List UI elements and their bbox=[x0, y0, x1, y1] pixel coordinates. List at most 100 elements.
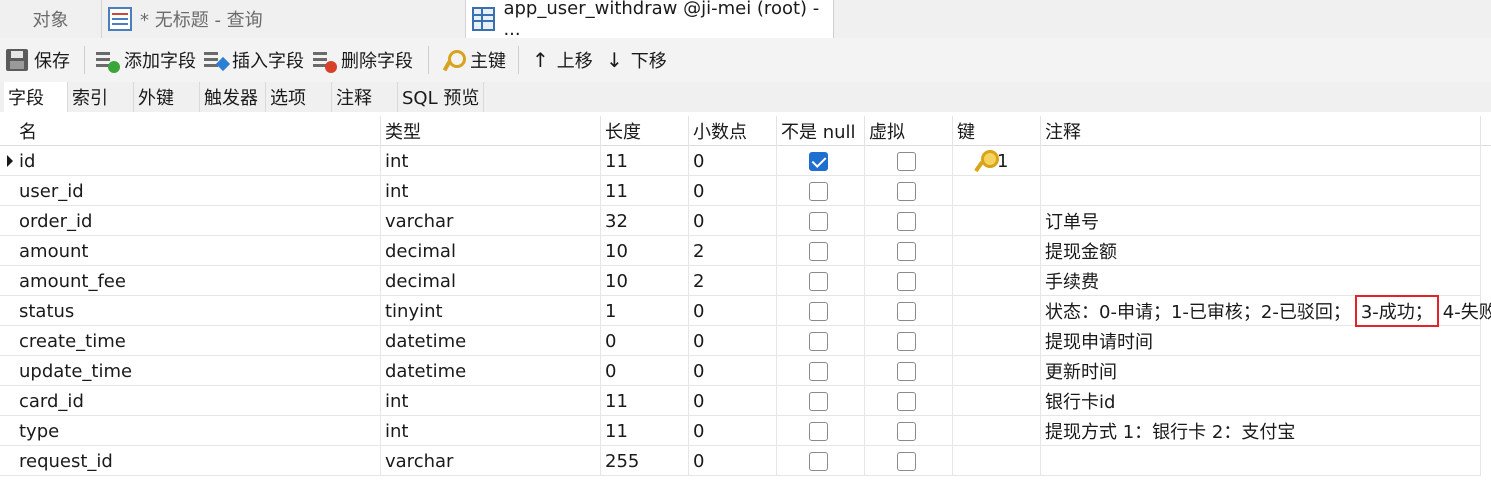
table-row[interactable]: id int 11 0 1 bbox=[0, 146, 1481, 176]
table-row[interactable]: user_id int 11 0 bbox=[0, 176, 1481, 206]
field-type-cell[interactable]: int bbox=[381, 176, 601, 206]
delete-field-button[interactable]: 删除字段 bbox=[313, 38, 413, 82]
table-row[interactable]: update_time datetime 0 0 更新时间 bbox=[0, 356, 1481, 386]
move-up-button[interactable]: ↑ 上移 bbox=[532, 38, 593, 82]
not-null-checkbox[interactable] bbox=[809, 391, 828, 411]
not-null-cell[interactable] bbox=[777, 446, 865, 476]
not-null-checkbox[interactable] bbox=[809, 421, 828, 441]
comment-cell[interactable]: 提现申请时间 bbox=[1041, 326, 1481, 356]
field-length-cell[interactable]: 32 bbox=[601, 206, 689, 236]
not-null-cell[interactable] bbox=[777, 176, 865, 206]
field-type-cell[interactable]: tinyint bbox=[381, 296, 601, 326]
field-decimals-cell[interactable]: 0 bbox=[689, 146, 777, 176]
virtual-cell[interactable] bbox=[865, 386, 953, 416]
field-decimals-cell[interactable]: 0 bbox=[689, 176, 777, 206]
comment-cell[interactable]: 更新时间 bbox=[1041, 356, 1481, 386]
table-row[interactable]: card_id int 11 0 银行卡id bbox=[0, 386, 1481, 416]
field-length-cell[interactable]: 11 bbox=[601, 146, 689, 176]
move-down-button[interactable]: ↓ 下移 bbox=[606, 38, 667, 82]
not-null-cell[interactable] bbox=[777, 356, 865, 386]
key-cell[interactable] bbox=[953, 416, 1041, 446]
virtual-cell[interactable] bbox=[865, 326, 953, 356]
key-cell[interactable] bbox=[953, 176, 1041, 206]
virtual-cell[interactable] bbox=[865, 236, 953, 266]
not-null-checkbox[interactable] bbox=[809, 451, 828, 471]
virtual-checkbox[interactable] bbox=[897, 151, 916, 171]
field-length-cell[interactable]: 11 bbox=[601, 386, 689, 416]
save-button[interactable]: 保存 bbox=[6, 38, 70, 82]
not-null-cell[interactable] bbox=[777, 146, 865, 176]
comment-cell[interactable]: 提现金额 bbox=[1041, 236, 1481, 266]
field-length-cell[interactable]: 11 bbox=[601, 416, 689, 446]
not-null-cell[interactable] bbox=[777, 236, 865, 266]
tab-triggers[interactable]: 触发器 bbox=[200, 82, 266, 112]
field-type-cell[interactable]: varchar bbox=[381, 446, 601, 476]
virtual-checkbox[interactable] bbox=[897, 421, 916, 441]
field-decimals-cell[interactable]: 2 bbox=[689, 236, 777, 266]
virtual-checkbox[interactable] bbox=[897, 181, 916, 201]
virtual-cell[interactable] bbox=[865, 296, 953, 326]
tab-objects[interactable]: 对象 bbox=[0, 0, 102, 38]
not-null-checkbox[interactable] bbox=[809, 151, 828, 171]
not-null-cell[interactable] bbox=[777, 386, 865, 416]
field-length-cell[interactable]: 10 bbox=[601, 236, 689, 266]
key-cell[interactable] bbox=[953, 386, 1041, 416]
column-header-decimals[interactable]: 小数点 bbox=[689, 116, 777, 146]
virtual-checkbox[interactable] bbox=[897, 211, 916, 231]
not-null-checkbox[interactable] bbox=[809, 241, 828, 261]
virtual-cell[interactable] bbox=[865, 266, 953, 296]
tab-table-design[interactable]: app_user_withdraw @ji-mei (root) - ... bbox=[466, 0, 834, 40]
field-decimals-cell[interactable]: 0 bbox=[689, 386, 777, 416]
field-type-cell[interactable]: datetime bbox=[381, 356, 601, 386]
not-null-cell[interactable] bbox=[777, 326, 865, 356]
key-cell[interactable] bbox=[953, 296, 1041, 326]
field-decimals-cell[interactable]: 0 bbox=[689, 356, 777, 386]
tab-fields[interactable]: 字段 bbox=[4, 82, 68, 112]
not-null-checkbox[interactable] bbox=[809, 181, 828, 201]
field-type-cell[interactable]: decimal bbox=[381, 236, 601, 266]
virtual-checkbox[interactable] bbox=[897, 391, 916, 411]
comment-cell[interactable] bbox=[1041, 446, 1481, 476]
table-row[interactable]: status tinyint 1 0 状态：0-申请；1-已审核；2-已驳回； 3-成功；… bbox=[0, 295, 1491, 327]
field-decimals-cell[interactable]: 0 bbox=[689, 296, 777, 326]
field-name-cell[interactable]: amount_fee bbox=[15, 266, 381, 296]
field-decimals-cell[interactable]: 2 bbox=[689, 266, 777, 296]
field-decimals-cell[interactable]: 0 bbox=[689, 326, 777, 356]
key-cell[interactable] bbox=[953, 446, 1041, 476]
not-null-cell[interactable] bbox=[777, 416, 865, 446]
tab-sql-preview[interactable]: SQL 预览 bbox=[398, 82, 484, 112]
virtual-cell[interactable] bbox=[865, 176, 953, 206]
column-header-type[interactable]: 类型 bbox=[381, 116, 601, 146]
field-type-cell[interactable]: int bbox=[381, 146, 601, 176]
field-type-cell[interactable]: int bbox=[381, 386, 601, 416]
column-header-comment[interactable]: 注释 bbox=[1041, 116, 1481, 146]
field-name-cell[interactable]: create_time bbox=[15, 326, 381, 356]
field-type-cell[interactable]: int bbox=[381, 416, 601, 446]
tab-untitled-query[interactable]: * 无标题 - 查询 bbox=[102, 0, 466, 38]
primary-key-button[interactable]: 主键 bbox=[442, 38, 506, 82]
virtual-cell[interactable] bbox=[865, 446, 953, 476]
field-type-cell[interactable]: datetime bbox=[381, 326, 601, 356]
field-name-cell[interactable]: order_id bbox=[15, 206, 381, 236]
comment-cell[interactable]: 提现方式 1：银行卡 2：支付宝 bbox=[1041, 416, 1481, 446]
field-length-cell[interactable]: 0 bbox=[601, 356, 689, 386]
tab-indexes[interactable]: 索引 bbox=[68, 82, 134, 112]
virtual-checkbox[interactable] bbox=[897, 271, 916, 291]
virtual-checkbox[interactable] bbox=[897, 301, 916, 321]
comment-cell[interactable] bbox=[1041, 146, 1481, 176]
column-header-length[interactable]: 长度 bbox=[601, 116, 689, 146]
field-name-cell[interactable]: id bbox=[15, 146, 381, 176]
field-name-cell[interactable]: request_id bbox=[15, 446, 381, 476]
not-null-cell[interactable] bbox=[777, 206, 865, 236]
not-null-checkbox[interactable] bbox=[809, 271, 828, 291]
tab-options[interactable]: 选项 bbox=[266, 82, 332, 112]
comment-cell[interactable]: 订单号 bbox=[1041, 206, 1481, 236]
column-header-name[interactable]: 名 bbox=[15, 116, 381, 146]
add-field-button[interactable]: 添加字段 bbox=[96, 38, 196, 82]
field-type-cell[interactable]: varchar bbox=[381, 206, 601, 236]
insert-field-button[interactable]: 插入字段 bbox=[204, 38, 304, 82]
virtual-cell[interactable] bbox=[865, 416, 953, 446]
virtual-cell[interactable] bbox=[865, 356, 953, 386]
column-header-key[interactable]: 键 bbox=[953, 116, 1041, 146]
table-row[interactable]: type int 11 0 提现方式 1：银行卡 2：支付宝 bbox=[0, 416, 1481, 446]
